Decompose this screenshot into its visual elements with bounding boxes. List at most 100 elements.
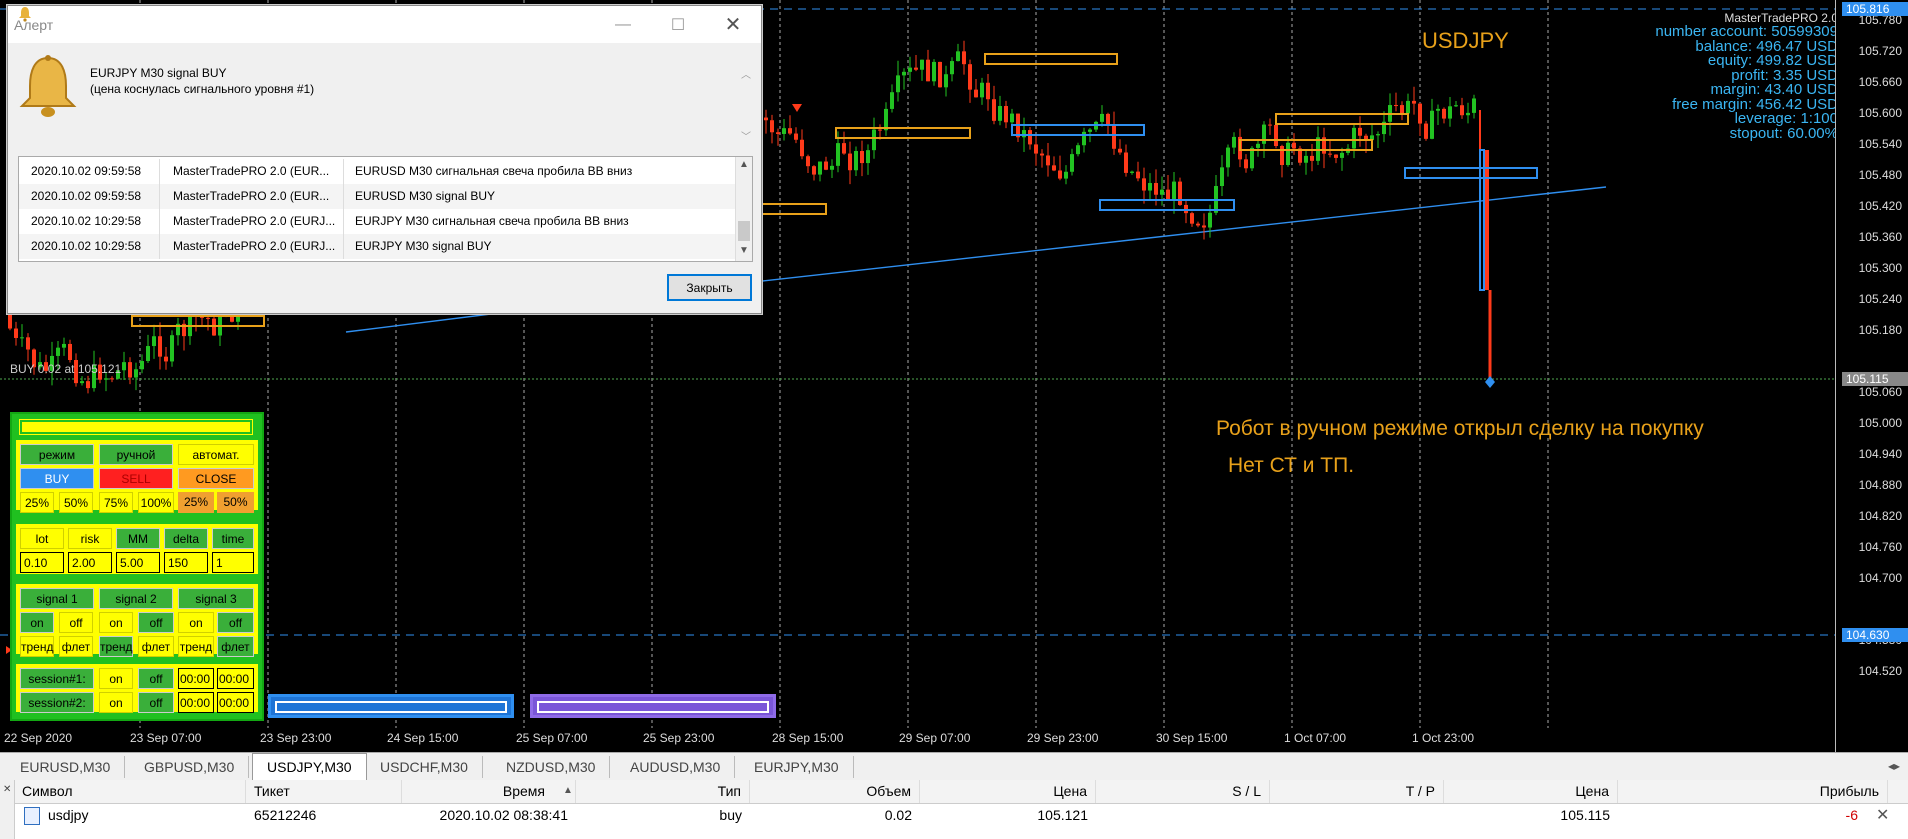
candle-body [104,378,108,380]
candle-body [920,59,924,70]
candle-body [1160,189,1164,195]
minimize-icon[interactable]: — [594,6,652,43]
candle-body [62,343,66,348]
signal-2-trend[interactable]: тренд [99,636,133,657]
session-2-on[interactable]: on [99,692,133,713]
candle-body [788,128,792,134]
list-item[interactable]: 2020.10.02 09:59:58 MasterTradePRO 2.0 (… [19,184,736,209]
tab-eurusd-m30[interactable]: EURUSD,M30 [6,756,126,778]
col-current-price[interactable]: Цена [1444,780,1618,803]
delta-input[interactable]: 150 [164,552,208,573]
session-2-off[interactable]: off [138,692,174,713]
price-chart[interactable]: USDJPY BUY 0.02 at 105.121 Робот в ручно… [0,0,1908,752]
param-mm-button[interactable]: MM [116,528,160,549]
signal-1-flat[interactable]: флет [59,636,93,657]
scroll-up-icon[interactable]: ︿ [741,66,751,81]
alert-history-list[interactable]: 2020.10.02 09:59:58 MasterTradePRO 2.0 (… [18,156,753,262]
col-symbol[interactable]: Символ [14,780,246,803]
percent-25-button[interactable]: 25% [20,492,54,513]
param-time-button[interactable]: time [212,528,254,549]
price-tick-label: 105.660 [1858,75,1902,89]
session-2-from[interactable]: 00:00 [178,692,214,713]
signal-2-off[interactable]: off [138,612,174,633]
table-row[interactable]: usdjpy 65212246 2020.10.02 08:38:41 buy … [0,804,1908,826]
col-price[interactable]: Цена [920,780,1096,803]
session-1-off[interactable]: off [138,668,174,689]
col-tp[interactable]: T / P [1270,780,1444,803]
tab-audusd-m30[interactable]: AUDUSD,M30 [616,756,736,778]
maximize-icon[interactable]: ☐ [649,6,707,43]
scroll-up-icon[interactable]: ▲ [739,159,749,170]
session-1-on[interactable]: on [99,668,133,689]
scroll-thumb[interactable] [738,221,750,241]
price-zone [1404,167,1538,179]
percent-50-button[interactable]: 50% [59,492,93,513]
signal-2-on[interactable]: on [99,612,133,633]
param-delta-button[interactable]: delta [164,528,208,549]
col-time[interactable]: Время [402,780,576,803]
tab-usdchf-m30[interactable]: USDCHF,M30 [366,756,483,778]
close-button[interactable]: CLOSE [178,468,254,489]
list-item[interactable]: 2020.10.02 10:29:58 MasterTradePRO 2.0 (… [19,234,736,259]
risk-input[interactable]: 2.00 [68,552,112,573]
col-type[interactable]: Тип [576,780,750,803]
signal-3-button[interactable]: signal 3 [178,588,254,609]
robot-control-panel: режим ручной автомат. BUY SELL CLOSE 25%… [10,412,264,721]
mm-input[interactable]: 5.00 [116,552,160,573]
col-profit[interactable]: Прибыль [1618,780,1888,803]
buy-button[interactable]: BUY [20,468,94,489]
time-input[interactable]: 1 [212,552,254,573]
candle-body [1082,131,1086,146]
close-25-button[interactable]: 25% [178,492,214,513]
toolbox-side-tab[interactable]: ✕ [0,780,15,839]
close-50-button[interactable]: 50% [217,492,254,513]
tab-nzdusd-m30[interactable]: NZDUSD,M30 [492,756,611,778]
session-1-to[interactable]: 00:00 [217,668,254,689]
close-position-icon[interactable]: ✕ [1876,805,1889,825]
col-volume[interactable]: Объем [750,780,920,803]
bell-icon [19,7,31,22]
percent-75-button[interactable]: 75% [99,492,133,513]
lot-input[interactable]: 0.10 [20,552,64,573]
signal-3-trend[interactable]: тренд [178,636,214,657]
message-scrollbar[interactable]: ︿ ﹀ [741,66,755,146]
signal-2-flat[interactable]: флет [138,636,174,657]
alert-titlebar[interactable]: Алерт — ☐ ✕ [8,6,761,43]
signal-3-off[interactable]: off [217,612,254,633]
time-tick-label: 25 Sep 23:00 [643,731,715,745]
row-tp[interactable] [1270,804,1444,826]
candle-body [1304,155,1308,163]
session-1-from[interactable]: 00:00 [178,668,214,689]
close-icon[interactable]: ✕ [704,6,762,43]
list-scrollbar[interactable]: ▲ ▼ [735,157,752,261]
col-sl[interactable]: S / L [1096,780,1270,803]
row-time: 2020.10.02 10:29:58 [31,209,160,234]
tab-scroll-icon[interactable]: ◂▸ [1888,759,1900,773]
price-tick-label: 104.700 [1858,571,1902,585]
list-item[interactable]: 2020.10.02 10:29:58 MasterTradePRO 2.0 (… [19,209,736,234]
percent-100-button[interactable]: 100% [138,492,174,513]
signal-2-button[interactable]: signal 2 [99,588,173,609]
signal-3-on[interactable]: on [178,612,214,633]
scroll-down-icon[interactable]: ﹀ [741,128,751,143]
signal-1-on[interactable]: on [20,612,54,633]
auto-mode-button[interactable]: автомат. [178,444,254,465]
tab-gbpusd-m30[interactable]: GBPUSD,M30 [130,756,250,778]
signal-1-button[interactable]: signal 1 [20,588,94,609]
signal-3-flat[interactable]: флет [217,636,254,657]
col-ticket[interactable]: Тикет [246,780,402,803]
tab-eurjpy-m30[interactable]: EURJPY,M30 [740,756,854,778]
session-2-label: session#2: [20,692,94,713]
close-icon[interactable]: ✕ [3,784,11,795]
row-sl[interactable] [1096,804,1270,826]
list-item[interactable]: 2020.10.02 09:59:58 MasterTradePRO 2.0 (… [19,159,736,184]
signal-1-off[interactable]: off [59,612,93,633]
session-2-to[interactable]: 00:00 [217,692,254,713]
sell-button[interactable]: SELL [99,468,173,489]
tab-usdjpy-m30[interactable]: USDJPY,M30 [252,753,367,780]
manual-mode-button[interactable]: ручной [99,444,173,465]
signal-1-trend[interactable]: тренд [20,636,54,657]
scroll-down-icon[interactable]: ▼ [739,245,749,256]
alert-close-button[interactable]: Закрыть [667,274,752,301]
row-text: EURUSD M30 сигнальная свеча пробила ВВ в… [355,164,633,178]
